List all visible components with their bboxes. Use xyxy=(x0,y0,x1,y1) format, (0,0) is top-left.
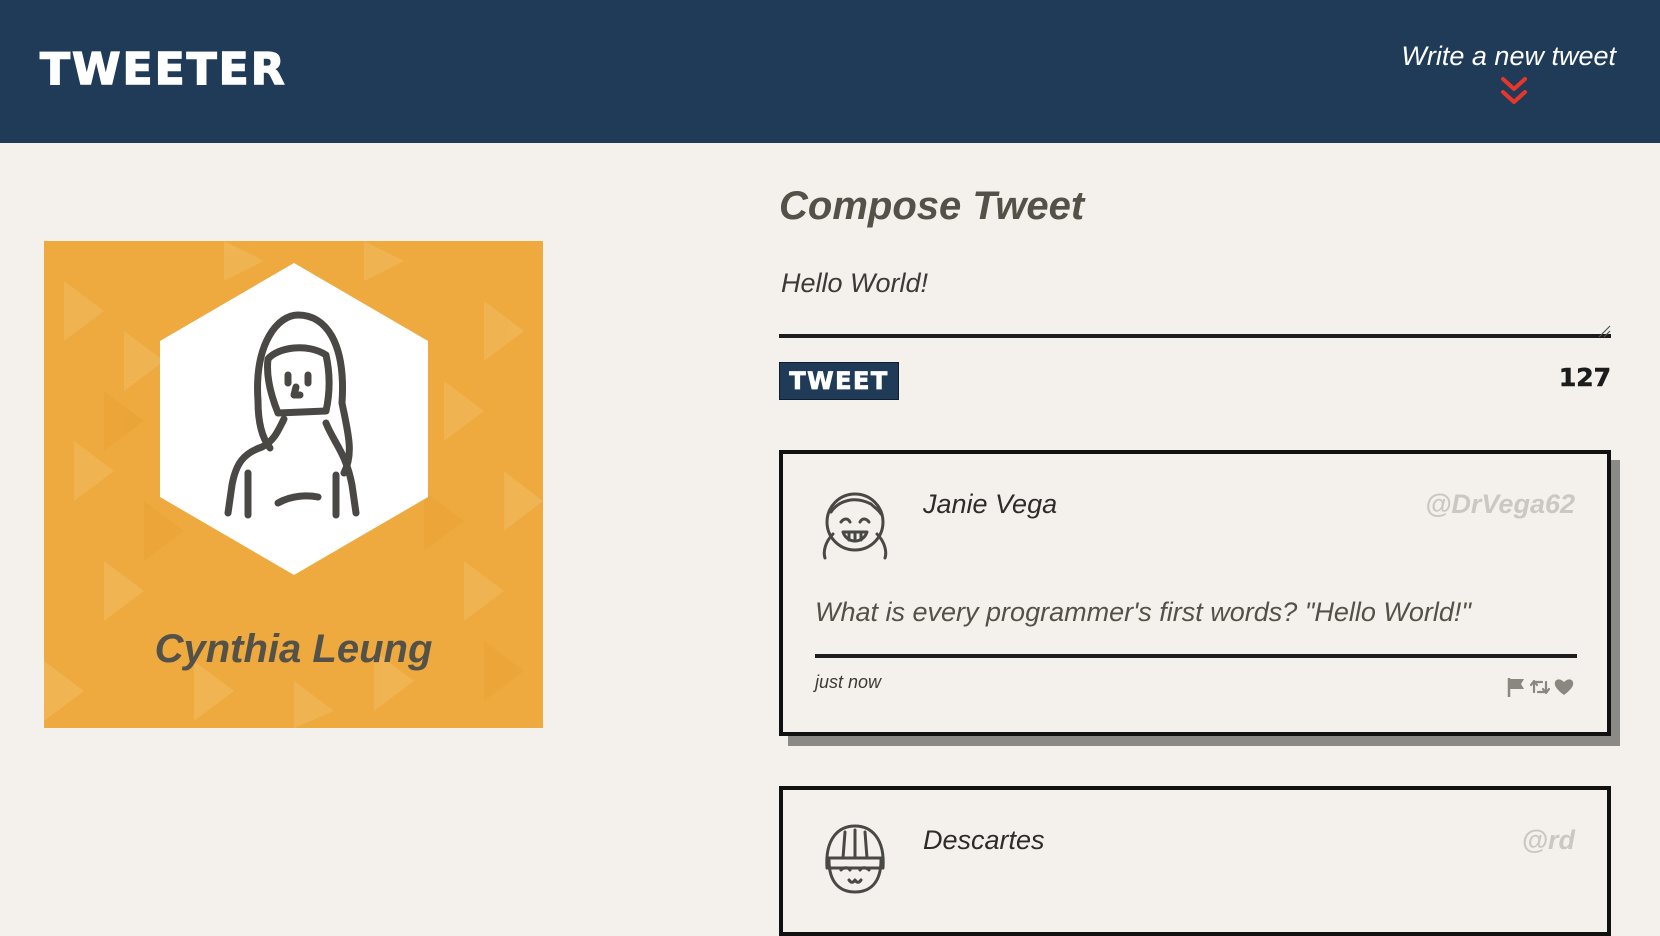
tweet-author-name[interactable]: Janie Vega xyxy=(923,484,1057,524)
tweet-author-name[interactable]: Descartes xyxy=(923,820,1045,860)
profile-name: Cynthia Leung xyxy=(154,627,433,671)
retweet-icon[interactable] xyxy=(1529,676,1551,698)
flag-icon[interactable] xyxy=(1505,676,1527,698)
tweet-content: What is every programmer's first words? … xyxy=(815,597,1471,627)
double-chevron-down-icon[interactable] xyxy=(1500,76,1528,106)
tweet-timestamp: just now xyxy=(815,672,882,692)
resize-handle-icon[interactable] xyxy=(1597,324,1611,338)
character-counter: 127 xyxy=(1558,363,1612,393)
write-new-tweet-toggle[interactable]: Write a new tweet xyxy=(1376,36,1616,106)
write-new-tweet-label: Write a new tweet xyxy=(1401,41,1616,71)
tweet-card: Janie Vega @DrVega62 What is every progr… xyxy=(779,450,1611,736)
brand-logo[interactable]: TWEETER xyxy=(39,42,287,98)
compose-title: Compose Tweet xyxy=(779,184,1085,228)
tweet-input[interactable] xyxy=(779,262,1611,338)
tweet-author-handle: @DrVega62 xyxy=(1425,489,1575,519)
tweet-divider xyxy=(815,654,1577,658)
bob-hair-avatar-icon xyxy=(825,824,885,894)
profile-card: Cynthia Leung xyxy=(44,241,543,728)
tweet-author-handle: @rd xyxy=(1521,825,1575,855)
girl-pigtails-avatar-icon xyxy=(822,492,888,560)
profile-avatar xyxy=(160,263,428,575)
compose-section: Compose Tweet TWEET 127 xyxy=(779,178,1611,400)
tweet-button[interactable]: TWEET xyxy=(779,362,899,400)
tweet-actions xyxy=(1505,676,1575,698)
heart-icon[interactable] xyxy=(1553,676,1575,698)
top-nav: TWEETER Write a new tweet xyxy=(0,0,1660,143)
